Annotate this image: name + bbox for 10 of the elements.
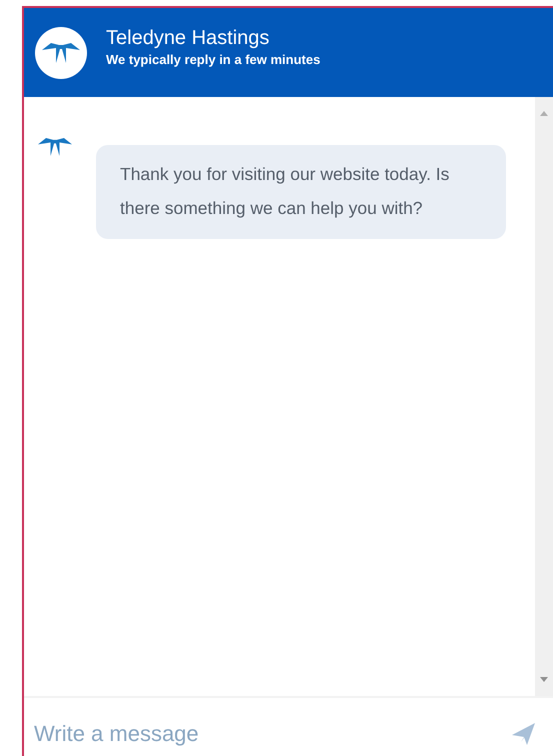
scrollbar[interactable] xyxy=(535,97,553,696)
logo-icon xyxy=(42,42,80,64)
chat-title: Teledyne Hastings xyxy=(106,26,270,50)
scroll-down-arrow-icon[interactable] xyxy=(539,676,549,684)
send-icon[interactable] xyxy=(511,722,537,746)
logo-icon xyxy=(38,137,72,157)
chat-subtitle: We typically reply in a few minutes xyxy=(106,52,320,66)
message-bubble: Thank you for visiting our website today. Is there something we can help you with? xyxy=(96,145,506,239)
scroll-up-arrow-icon[interactable] xyxy=(539,109,549,117)
message-input[interactable]: Write a message xyxy=(34,709,511,747)
